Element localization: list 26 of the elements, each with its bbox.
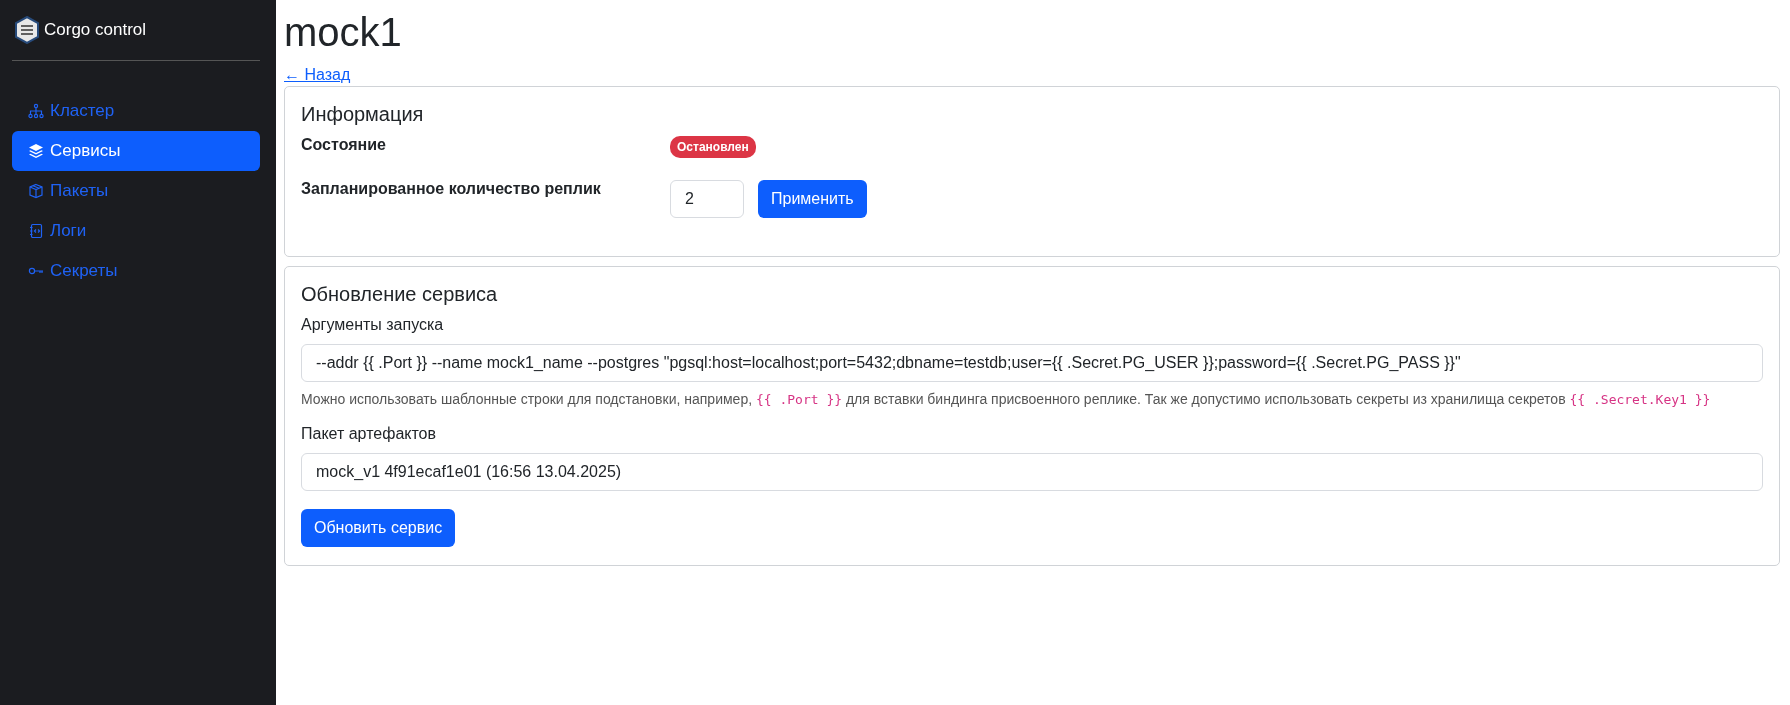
layers-icon [28,143,44,159]
card-title: Обновление сервиса [301,283,499,306]
hierarchy-icon [28,103,44,119]
nav-item[interactable]: Секреты [12,251,260,291]
update-button[interactable]: Обновить сервис [301,508,456,547]
nav-item[interactable]: Кластер [12,91,260,131]
brand-name: Corgo control [44,20,147,40]
field-label: Аргументы запуска [301,316,445,334]
nav-item[interactable]: Сервисы [12,131,260,171]
help-text: Можно использовать шаблонные строки для подстановки, например, {{ .Port }} для вставки биндинга присвоенного реплике. Так же допустимо использовать секреты из хранилища секретов {{ .Secret.Key1 }} [301,390,1712,409]
status-badge: Остановлен [670,136,756,158]
box-icon [28,183,44,199]
args-input[interactable]: --addr {{ .Port }} --name mock1_name --postgres "pgsql:host=localhost;port=5432;dbname=testdb;user={{ .Secret.PG_USER }};password={{ .Secret.PG_PASS }}" [301,344,1763,382]
nav-item[interactable]: Пакеты [12,171,260,211]
page-title: mock1 [284,10,402,54]
notebook-icon [28,223,44,239]
field-label: Пакет артефактов [301,424,437,443]
field-label: Состояние [301,136,387,154]
replicas-input[interactable]: 2 [670,180,744,218]
apply-button[interactable]: Применить [758,180,867,218]
card-title: Информация [301,103,425,126]
nav-item[interactable]: Логи [12,211,260,251]
field-label: Запланированное количество реплик [301,180,602,198]
back-link[interactable]: ← Назад [284,66,351,84]
package-input[interactable]: mock_v1 4f91ecaf1e01 (16:56 13.04.2025) [301,452,1763,491]
logo-icon [14,16,40,44]
